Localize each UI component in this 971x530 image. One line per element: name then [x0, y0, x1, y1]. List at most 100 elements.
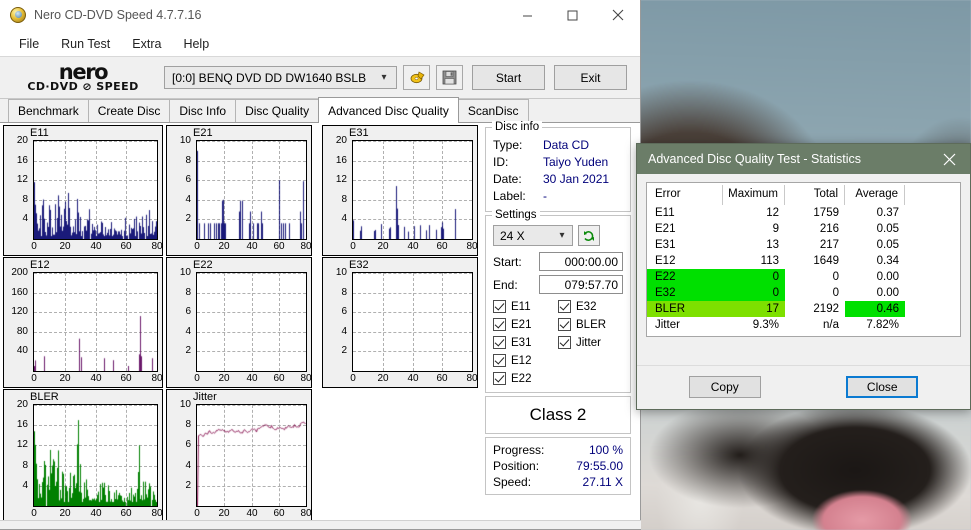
window-titlebar: Nero CD-DVD Speed 4.7.7.16: [0, 0, 640, 31]
tab-content-advanced-disc-quality: E11 4 8 12 16 20 0 20 40 60 80 E21 2 4 6 8 10 0 20 40 60 80 E3…: [0, 121, 640, 529]
refresh-button[interactable]: [578, 225, 600, 246]
cell-total: 216: [819, 223, 839, 235]
eject-disc-button[interactable]: [403, 65, 430, 90]
x-axis-tick-label: 0: [31, 508, 37, 519]
quality-class-group: Class 2: [485, 396, 631, 434]
y-axis-tick-label: 6: [341, 306, 347, 317]
cell-average: 0.37: [876, 207, 899, 219]
menu-run-test[interactable]: Run Test: [50, 34, 121, 54]
checkbox-e12[interactable]: E12: [493, 354, 558, 367]
disc-info-value-id: Taiyo Yuden: [543, 155, 609, 169]
y-axis-tick-label: 16: [16, 155, 28, 166]
y-axis-tick-label: 16: [335, 155, 347, 166]
tab-benchmark[interactable]: Benchmark: [8, 99, 89, 122]
chevron-down-icon: ▾: [381, 72, 387, 83]
menu-help[interactable]: Help: [172, 34, 220, 54]
y-axis-tick-label: 8: [185, 155, 191, 166]
cell-maximum: 12: [766, 207, 779, 219]
tab-create-disc[interactable]: Create Disc: [87, 99, 171, 122]
checkbox-icon: [558, 318, 571, 331]
chevron-down-icon: ▾: [559, 230, 565, 241]
y-axis-tick-label: 40: [16, 345, 28, 356]
exit-button[interactable]: Exit: [554, 65, 627, 90]
table-row: E21 9 216 0.05: [647, 221, 960, 237]
chart-e11: E11 4 8 12 16 20 0 20 40 60 80: [3, 125, 163, 256]
x-axis-tick-label: 80: [466, 373, 478, 384]
cell-average: 0.05: [876, 223, 899, 235]
checkbox-icon: [558, 300, 571, 313]
x-axis-tick-label: 60: [120, 241, 132, 252]
checkbox-e22[interactable]: E22: [493, 372, 558, 385]
chart-plot-area: [196, 272, 307, 372]
checkbox-label: E12: [511, 354, 532, 367]
checkbox-e32[interactable]: E32: [558, 300, 623, 313]
end-time-input[interactable]: 079:57.70: [539, 275, 623, 294]
y-axis-tick-label: 6: [185, 306, 191, 317]
menu-extra[interactable]: Extra: [121, 34, 172, 54]
tab-strip: Benchmark Create Disc Disc Info Disc Qua…: [0, 97, 640, 123]
chart-jitter: Jitter 2 4 6 8 10 0 20 40 60 80: [166, 389, 312, 523]
checkbox-jitter[interactable]: Jitter: [558, 336, 623, 349]
x-axis-tick-label: 60: [273, 241, 285, 252]
chart-title: E12: [30, 259, 50, 271]
cell-maximum: 9.3%: [752, 319, 779, 331]
checkbox-e31[interactable]: E31: [493, 336, 558, 349]
disc-info-key-label: Label:: [493, 189, 526, 203]
chart-title: E32: [349, 259, 369, 271]
cell-error: E32: [647, 285, 723, 301]
disc-info-value-date: 30 Jan 2021: [543, 172, 610, 186]
chart-title: E11: [30, 127, 49, 139]
x-axis-tick-label: 80: [300, 373, 312, 384]
copy-button[interactable]: Copy: [688, 376, 761, 398]
speed-select[interactable]: 24 X ▾: [493, 225, 573, 246]
checkbox-icon: [558, 336, 571, 349]
x-axis-tick-label: 60: [273, 373, 285, 384]
x-axis-tick-label: 60: [436, 241, 448, 252]
close-icon[interactable]: [928, 144, 970, 174]
save-button[interactable]: [436, 65, 463, 90]
table-row: Jitter 9.3% n/a 7.82%: [647, 317, 960, 333]
column-header-average: Average: [845, 185, 905, 205]
maximize-button[interactable]: [550, 0, 595, 30]
checkbox-e11[interactable]: E11: [493, 300, 558, 313]
y-axis-tick-label: 12: [16, 439, 28, 450]
disc-info-value-type: Data CD: [543, 138, 590, 152]
disc-info-key-date: Date:: [493, 172, 522, 186]
menu-file[interactable]: File: [8, 34, 50, 54]
cell-maximum: 9: [772, 223, 779, 235]
checkbox-icon: [493, 318, 506, 331]
nero-logo: nero CD·DVD ⊘ SPEED: [8, 62, 158, 93]
minimize-button[interactable]: [505, 0, 550, 30]
x-axis-tick-label: 80: [466, 241, 478, 252]
x-axis-tick-label: 40: [407, 373, 419, 384]
x-axis-tick-label: 20: [59, 508, 71, 519]
x-axis-tick-label: 80: [300, 241, 312, 252]
checkbox-label: E22: [511, 372, 532, 385]
x-axis-tick-label: 0: [194, 508, 200, 519]
tab-disc-info[interactable]: Disc Info: [169, 99, 237, 122]
y-axis-tick-label: 8: [22, 460, 28, 471]
start-button[interactable]: Start: [472, 65, 545, 90]
position-row: Position: 79:55.00: [493, 458, 623, 474]
x-axis-tick-label: 40: [246, 508, 258, 519]
tab-disc-quality[interactable]: Disc Quality: [235, 99, 320, 122]
column-header-maximum: Maximum: [723, 185, 785, 205]
info-column: Disc info Type: Data CD ID: Taiyo Yuden …: [483, 121, 635, 529]
tab-scandisc[interactable]: ScanDisc: [457, 99, 529, 122]
y-axis-tick-label: 12: [16, 174, 28, 185]
tab-advanced-disc-quality[interactable]: Advanced Disc Quality: [318, 97, 459, 123]
progress-label: Progress:: [493, 443, 545, 457]
close-button[interactable]: [595, 0, 640, 30]
cell-total: n/a: [823, 319, 839, 331]
x-axis-tick-label: 20: [377, 373, 389, 384]
start-time-input[interactable]: 000:00.00: [539, 252, 623, 271]
x-axis-tick-label: 0: [31, 241, 37, 252]
drive-select[interactable]: [0:0] BENQ DVD DD DW1640 BSLB ▾: [164, 66, 397, 89]
checkbox-e21[interactable]: E21: [493, 318, 558, 331]
disc-info-legend: Disc info: [492, 121, 543, 133]
chart-series: [34, 141, 157, 239]
x-axis-tick-label: 20: [218, 373, 230, 384]
close-dialog-button[interactable]: Close: [846, 376, 919, 398]
x-axis-tick-label: 40: [407, 241, 419, 252]
checkbox-bler[interactable]: BLER: [558, 318, 623, 331]
